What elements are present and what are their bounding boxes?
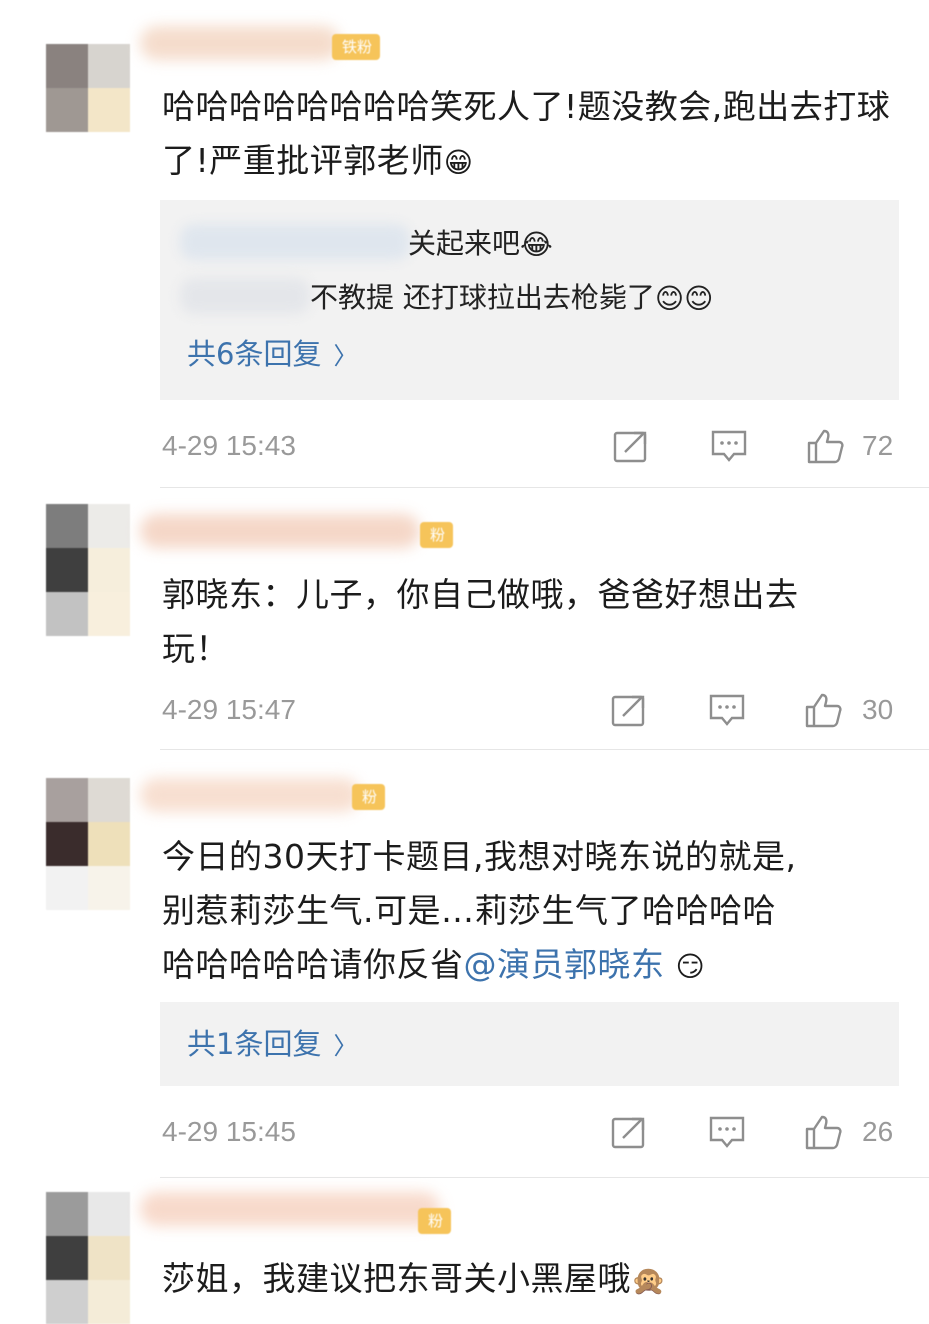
comment-text: 今日的30天打卡题目,我想对晓东说的就是, 别惹莉莎生气.可是…莉莎生气了哈哈哈… [162,837,797,984]
avatar[interactable] [46,44,130,132]
like-icon[interactable] [804,692,842,728]
smirk-emoji-icon: 😏 [675,949,706,983]
fan-badge: 粉 [418,1208,452,1234]
reply-box[interactable]: 关起来吧😂 不教提 还打球拉出去枪毙了😊😊 共6条回复〉 [160,200,899,400]
comment-item: 粉 莎姐，我建议把东哥关小黑屋哦🙊 [0,1178,929,1324]
monkey-emoji-icon: 🙊 [631,1263,667,1297]
username-blurred[interactable] [140,26,340,60]
avatar[interactable] [46,1192,130,1324]
share-icon[interactable] [610,692,648,728]
avatar[interactable] [46,778,130,910]
comment-icon[interactable] [708,692,746,728]
avatar[interactable] [46,504,130,636]
comment-item: 粉 今日的30天打卡题目,我想对晓东说的就是, 别惹莉莎生气.可是…莉莎生气了哈… [0,750,929,1178]
comment-text: 哈哈哈哈哈哈哈哈笑死人了!题没教会,跑出去打球了!严重批评郭老师😁 [162,87,891,180]
comment-icon[interactable] [710,428,748,464]
chevron-right-icon: 〉 [333,342,358,370]
grin-emoji-icon: 😁 [443,145,474,179]
share-icon[interactable] [610,1114,648,1150]
reply-count-link[interactable]: 共1条回复〉 [187,1024,357,1066]
username-blurred[interactable] [140,1192,440,1226]
like-count: 26 [862,1116,894,1147]
fan-badge: 粉 [420,522,454,548]
chevron-right-icon: 〉 [333,1032,358,1060]
mention-link[interactable]: @演员郭晓东 [464,945,665,984]
reply-count-link[interactable]: 共6条回复〉 [187,334,357,376]
reply-text: 不教提 还打球拉出去枪毙了😊😊 [310,281,714,315]
fan-badge: 粉 [352,784,386,810]
comment-meta: 4-29 15:47 30 [0,688,929,732]
fan-badge: 铁粉 [332,34,381,60]
share-icon[interactable] [612,428,650,464]
reply-username-blurred[interactable] [180,224,410,260]
comment-text: 莎姐，我建议把东哥关小黑屋哦🙊 [162,1259,667,1298]
comment-meta: 4-29 15:45 26 [0,1110,929,1154]
reply-box[interactable]: 共1条回复〉 [160,1002,899,1086]
comment-meta: 4-29 15:43 72 [0,424,929,468]
like-icon[interactable] [806,428,844,464]
comment-item: 粉 郭晓东：儿子，你自己做哦，爸爸好想出去 玩！ 4-29 15:47 30 [0,488,929,750]
like-count: 30 [862,694,894,725]
like-count: 72 [862,430,894,461]
like-icon[interactable] [804,1114,842,1150]
comment-item: 铁粉 哈哈哈哈哈哈哈哈笑死人了!题没教会,跑出去打球了!严重批评郭老师😁 关起来… [0,0,929,488]
timestamp: 4-29 15:47 [162,694,296,725]
comment-text: 郭晓东：儿子，你自己做哦，爸爸好想出去 玩！ [162,575,799,668]
comment-icon[interactable] [708,1114,746,1150]
smile-emoji-icon: 😊😊 [654,282,714,315]
laugh-cry-emoji-icon: 😂 [520,228,553,261]
timestamp: 4-29 15:43 [162,430,296,461]
reply-text: 关起来吧😂 [408,227,553,261]
timestamp: 4-29 15:45 [162,1116,296,1147]
username-blurred[interactable] [140,778,360,812]
username-blurred[interactable] [140,514,420,548]
reply-username-blurred[interactable] [180,278,310,314]
